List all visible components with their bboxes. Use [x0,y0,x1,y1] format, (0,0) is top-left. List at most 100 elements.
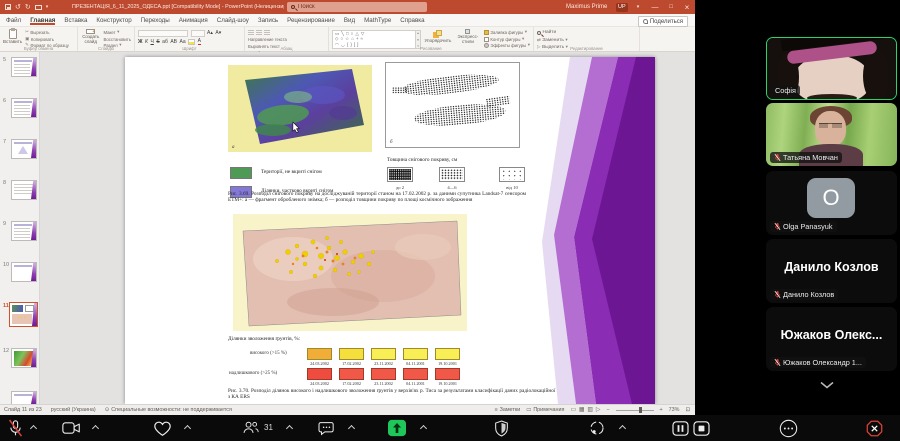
shape-fill-button[interactable]: Заливка фигуры▾ [484,30,530,35]
video-tile-yuzhakov[interactable]: Южаков Олекс... Южаков Олександр 1... [766,307,897,371]
font-color-button[interactable]: А [198,39,201,45]
account-name[interactable]: Maximus Prime [566,0,607,14]
change-case-button[interactable]: АВ [170,40,177,45]
video-tile-tatyana[interactable]: Татьяна Мовчан [766,103,897,166]
replace-button[interactable]: ⇄Заменить▾ [537,38,568,43]
accessibility-status[interactable]: ⊙ Специальные возможности: не поддержива… [105,407,232,413]
record-options-chevron[interactable] [619,425,626,432]
reactions-button[interactable] [151,418,173,438]
reset-button[interactable]: Восстановить [103,37,131,42]
slide-thumbnail-8[interactable]: 8 [0,179,40,219]
highlight-color-button[interactable] [188,39,195,45]
tab-review[interactable]: Рецензирование [287,15,335,25]
increase-font-icon[interactable]: А▴ [207,31,213,36]
tab-help[interactable]: Справка [400,15,424,25]
chat-button[interactable] [315,418,337,438]
tab-design[interactable]: Конструктор [96,15,131,25]
tab-file[interactable]: Файл [6,15,21,25]
account-badge[interactable]: UP [616,3,628,12]
video-tile-olga[interactable]: O Olga Panasyuk [766,171,897,235]
record-button[interactable] [586,418,608,438]
strikethrough-button[interactable]: S [156,40,159,45]
notes-toggle[interactable]: ≡Заметки [494,407,520,413]
language-indicator[interactable]: русский (Украина) [51,407,96,413]
subscript-button[interactable]: аб [162,40,168,45]
paste-button[interactable]: Вставить [3,29,22,45]
shape-outline-button[interactable]: Контур фигуры▾ [484,37,530,42]
slide-thumbnail-7[interactable]: 7 [0,138,40,178]
tab-insert[interactable]: Вставка [64,15,87,25]
slide-sorter-view-button[interactable]: ▦ [579,407,584,413]
slide-thumbnail-13-partial[interactable] [0,390,40,404]
mute-button[interactable] [4,418,26,438]
tab-record[interactable]: Запись [258,15,278,25]
new-slide-button[interactable]: Создать слайд [81,29,100,45]
video-options-chevron[interactable] [92,425,99,432]
more-button[interactable] [777,418,799,438]
zoom-slider[interactable] [616,410,654,411]
end-meeting-button[interactable] [863,418,885,438]
copy-button[interactable]: ▣Копировать [25,37,69,42]
minimize-icon[interactable]: — [647,0,663,14]
tab-slideshow[interactable]: Слайд-шоу [217,15,249,25]
close-icon[interactable]: × [679,0,695,14]
collapse-video-panel-button[interactable] [812,377,842,392]
reactions-options-chevron[interactable] [184,425,191,432]
zoom-slider-thumb[interactable] [639,407,642,413]
text-direction-button[interactable]: Направление текста [248,37,298,42]
bold-button[interactable]: Ж [138,40,143,45]
participants-options-chevron[interactable] [286,425,293,432]
qat-caret-icon[interactable]: ▾ [46,4,49,10]
bullets-icon[interactable] [248,30,254,35]
slide-thumbnail-6[interactable]: 6 [0,97,40,137]
mic-options-chevron[interactable] [30,425,37,432]
arrange-button[interactable]: Упорядочить [424,29,452,45]
tab-animations[interactable]: Анимация [179,15,208,25]
underline-button[interactable]: Ч [150,40,153,45]
share-screen-button[interactable] [386,418,408,438]
font-name-combobox[interactable] [138,30,188,37]
slide-thumbnail-9[interactable]: 9 [0,220,40,260]
slide-thumbnail-12[interactable]: 12 [0,347,40,387]
video-tile-sofia[interactable]: Софія [766,37,897,100]
tab-mathtype[interactable]: MathType [364,15,391,25]
slide-canvas[interactable]: а б Території, не вкриті снігом [125,57,655,404]
character-spacing-button[interactable]: Аа [180,40,186,45]
italic-button[interactable]: К [145,40,148,45]
slide-thumbnail-10[interactable]: 10 [0,261,40,301]
numbering-icon[interactable] [256,30,262,35]
chat-options-chevron[interactable] [348,425,355,432]
zoom-in-button[interactable]: + [660,407,663,413]
tab-view[interactable]: Вид [344,15,355,25]
stop-recording-button[interactable] [690,418,712,438]
pause-recording-button[interactable] [669,418,691,438]
quick-styles-button[interactable]: Экспресс-стили [455,29,481,45]
search-input[interactable] [298,4,408,10]
find-button[interactable]: Найти [537,30,568,35]
slideshow-view-button[interactable]: ▷ [596,407,600,413]
participants-button[interactable] [240,418,262,438]
zoom-level[interactable]: 73% [669,407,680,413]
layout-button[interactable]: Макет▾ [103,30,131,35]
comments-toggle[interactable]: ▭Примечания [526,407,564,413]
zoom-out-button[interactable]: − [606,407,609,413]
normal-view-button[interactable]: ▭ [570,407,575,413]
cut-button[interactable]: ✂Вырезать [25,30,69,35]
undo-icon[interactable]: ↺ [15,3,21,11]
reading-view-button[interactable]: ▥ [587,407,592,413]
slide-thumbnail-11-selected[interactable]: 11 [0,302,40,342]
slide-thumbnail-5[interactable]: 5 [0,56,40,96]
video-tile-danylo[interactable]: Данило Козлов Данило Козлов [766,239,897,303]
fit-to-window-icon[interactable]: ⊡ [685,407,690,413]
tab-home[interactable]: Главная [30,15,55,25]
indent-icon[interactable] [264,30,270,35]
tab-transitions[interactable]: Переходы [141,15,170,25]
security-button[interactable] [490,418,512,438]
slideshow-icon[interactable] [35,5,42,10]
redo-icon[interactable]: ↻ [25,3,31,11]
search-box[interactable] [287,2,427,12]
ribbon-display-options-icon[interactable]: ▾ [630,0,646,14]
save-icon[interactable] [5,4,11,10]
font-size-combobox[interactable] [191,30,205,37]
maximize-icon[interactable]: □ [663,0,679,14]
